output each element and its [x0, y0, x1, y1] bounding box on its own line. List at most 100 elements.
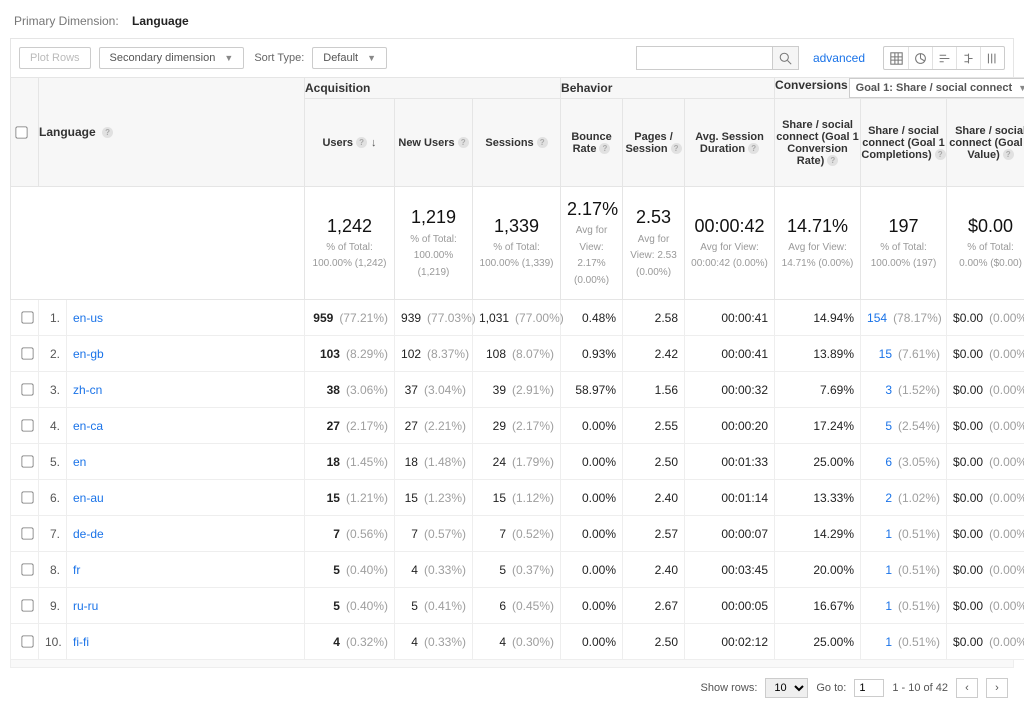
help-icon[interactable]: ?	[671, 143, 682, 154]
cell-conv-rate: 25.00%	[775, 444, 861, 480]
cell-pages-session: 2.67	[623, 588, 685, 624]
rows-range: 1 - 10 of 42	[892, 682, 948, 694]
language-link[interactable]: fi-fi	[73, 635, 89, 649]
cell-users: 4(0.32%)	[305, 624, 395, 660]
row-index: 3.	[39, 372, 67, 408]
help-icon[interactable]: ?	[599, 143, 610, 154]
table-row: 5.en18(1.45%)18(1.48%)24(1.79%)0.00%2.50…	[11, 444, 1024, 480]
goal-selector[interactable]: Goal 1: Share / social connect ▼	[849, 78, 1024, 98]
row-checkbox[interactable]	[21, 528, 33, 540]
language-link[interactable]: en	[73, 455, 86, 469]
sort-type-button[interactable]: Default ▼	[312, 47, 387, 69]
language-link[interactable]: zh-cn	[73, 383, 102, 397]
help-icon[interactable]: ?	[537, 137, 548, 148]
cell-pages-session: 2.42	[623, 336, 685, 372]
cell-duration: 00:01:33	[685, 444, 775, 480]
prev-page-button[interactable]: ‹	[956, 678, 978, 698]
cell-completions: 3(1.52%)	[861, 372, 947, 408]
help-icon[interactable]: ?	[935, 149, 946, 160]
cell-value: $0.00(0.00%)	[947, 480, 1024, 516]
language-link[interactable]: en-us	[73, 311, 103, 325]
col-goal-value[interactable]: Share / social connect (Goal 1 Value)?	[947, 99, 1024, 187]
cell-conv-rate: 14.29%	[775, 516, 861, 552]
cell-completions: 6(3.05%)	[861, 444, 947, 480]
caret-down-icon: ▼	[367, 53, 376, 63]
cell-new-users: 18(1.48%)	[395, 444, 473, 480]
language-link[interactable]: en-gb	[73, 347, 104, 361]
cell-sessions: 15(1.12%)	[473, 480, 561, 516]
view-comparison-icon[interactable]	[956, 47, 980, 69]
row-index: 6.	[39, 480, 67, 516]
primary-dimension: Primary Dimension: Language	[14, 14, 1014, 28]
next-page-button[interactable]: ›	[986, 678, 1008, 698]
cell-conv-rate: 7.69%	[775, 372, 861, 408]
search-button[interactable]	[772, 47, 798, 69]
language-link[interactable]: ru-ru	[73, 599, 98, 613]
rows-per-page-select[interactable]: 10	[765, 678, 808, 698]
cell-duration: 00:01:14	[685, 480, 775, 516]
cell-sessions: 24(1.79%)	[473, 444, 561, 480]
secondary-dimension-button[interactable]: Secondary dimension ▼	[99, 47, 245, 69]
language-link[interactable]: en-au	[73, 491, 104, 505]
row-checkbox[interactable]	[21, 456, 33, 468]
cell-duration: 00:03:45	[685, 552, 775, 588]
row-checkbox[interactable]	[21, 384, 33, 396]
select-all-checkbox[interactable]	[15, 126, 27, 138]
help-icon[interactable]: ?	[102, 127, 113, 138]
goto-label: Go to:	[816, 682, 846, 694]
cell-pages-session: 2.50	[623, 624, 685, 660]
view-table-icon[interactable]	[884, 47, 908, 69]
row-checkbox[interactable]	[21, 492, 33, 504]
table-toolbar: Plot Rows Secondary dimension ▼ Sort Typ…	[10, 38, 1014, 77]
col-new-users[interactable]: New Users?	[395, 99, 473, 187]
sort-type-value: Default	[323, 52, 358, 64]
col-conv-rate[interactable]: Share / social connect (Goal 1 Conversio…	[775, 99, 861, 187]
row-checkbox[interactable]	[21, 312, 33, 324]
col-users[interactable]: Users?↓	[305, 99, 395, 187]
cell-value: $0.00(0.00%)	[947, 516, 1024, 552]
help-icon[interactable]: ?	[748, 143, 759, 154]
row-checkbox[interactable]	[21, 564, 33, 576]
cell-value: $0.00(0.00%)	[947, 552, 1024, 588]
language-link[interactable]: en-ca	[73, 419, 103, 433]
advanced-link[interactable]: advanced	[813, 51, 865, 65]
col-avg-duration[interactable]: Avg. Session Duration?	[685, 99, 775, 187]
help-icon[interactable]: ?	[827, 155, 838, 166]
help-icon[interactable]: ?	[1003, 149, 1014, 160]
plot-rows-button[interactable]: Plot Rows	[19, 47, 91, 69]
row-checkbox[interactable]	[21, 420, 33, 432]
cell-value: $0.00(0.00%)	[947, 588, 1024, 624]
cell-conv-rate: 17.24%	[775, 408, 861, 444]
col-completions[interactable]: Share / social connect (Goal 1 Completio…	[861, 99, 947, 187]
row-checkbox[interactable]	[21, 636, 33, 648]
search-input[interactable]	[637, 47, 772, 69]
row-checkbox[interactable]	[21, 348, 33, 360]
col-language[interactable]: Language	[39, 125, 96, 139]
cell-new-users: 4(0.33%)	[395, 552, 473, 588]
cell-conv-rate: 13.33%	[775, 480, 861, 516]
primary-dimension-value[interactable]: Language	[132, 14, 189, 28]
language-link[interactable]: de-de	[73, 527, 104, 541]
cell-new-users: 102(8.37%)	[395, 336, 473, 372]
view-pivot-icon[interactable]	[980, 47, 1004, 69]
col-pages-session[interactable]: Pages / Session?	[623, 99, 685, 187]
col-sessions[interactable]: Sessions?	[473, 99, 561, 187]
horizontal-scrollbar[interactable]	[10, 660, 1014, 668]
cell-duration: 00:00:20	[685, 408, 775, 444]
help-icon[interactable]: ?	[356, 137, 367, 148]
goto-page-input[interactable]	[854, 679, 884, 697]
language-link[interactable]: fr	[73, 563, 80, 577]
table-row: 4.en-ca27(2.17%)27(2.21%)29(2.17%)0.00%2…	[11, 408, 1024, 444]
view-bar-icon[interactable]	[932, 47, 956, 69]
cell-completions: 2(1.02%)	[861, 480, 947, 516]
cell-completions: 154(78.17%)	[861, 300, 947, 336]
table-row: 6.en-au15(1.21%)15(1.23%)15(1.12%)0.00%2…	[11, 480, 1024, 516]
cell-value: $0.00(0.00%)	[947, 300, 1024, 336]
cell-pages-session: 2.57	[623, 516, 685, 552]
view-pie-icon[interactable]	[908, 47, 932, 69]
help-icon[interactable]: ?	[458, 137, 469, 148]
row-checkbox[interactable]	[21, 600, 33, 612]
col-bounce-rate[interactable]: Bounce Rate?	[561, 99, 623, 187]
cell-sessions: 7(0.52%)	[473, 516, 561, 552]
cell-users: 7(0.56%)	[305, 516, 395, 552]
